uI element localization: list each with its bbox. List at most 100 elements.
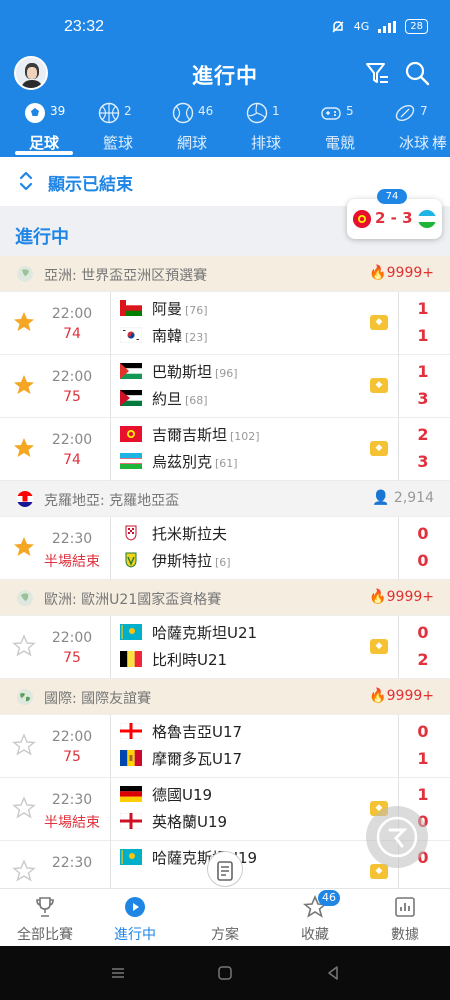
star-outline-icon[interactable] <box>12 796 36 820</box>
team-rank: [68] <box>185 394 208 407</box>
filter-icon[interactable] <box>362 58 392 88</box>
league-name: 歐洲: 歐洲U21國家盃資格賽 <box>44 592 222 608</box>
scroll-top-icon <box>376 816 418 858</box>
floating-action-button[interactable] <box>366 806 428 868</box>
odds-icon[interactable]: ◆ <box>370 441 388 456</box>
league-name: 克羅地亞: 克羅地亞盃 <box>44 493 180 509</box>
floating-score-value: 2 - 3 <box>375 209 413 227</box>
oman-flag-icon <box>120 300 142 316</box>
nav-label: 收藏 <box>301 927 329 943</box>
tab-label: 排球 <box>250 134 281 152</box>
match-minute: 75 <box>63 389 81 405</box>
team-name: 托米斯拉夫 <box>152 525 228 543</box>
home-icon[interactable] <box>217 965 233 981</box>
korea-flag-icon <box>120 327 142 343</box>
floating-live-score[interactable]: 74 2 - 3 <box>347 189 442 239</box>
star-icon[interactable] <box>12 373 36 397</box>
match-row[interactable]: 22:00 74 阿曼 [76] 南韓 [23] ◆ 1 1 <box>0 292 450 355</box>
nav-all-matches[interactable]: 全部比賽 <box>0 889 90 947</box>
england-flag-icon <box>120 813 142 829</box>
header: 23:32 4G 28 進行中 39 足球 2 籃球 46 網球 1 排球 5 … <box>0 0 450 157</box>
nav-live[interactable]: 進行中 <box>90 889 180 947</box>
tab-count: 2 <box>124 104 132 118</box>
team-name: 摩爾多瓦U17 <box>152 750 243 768</box>
match-row[interactable]: 22:30 半場結束 托米斯拉夫 伊斯特拉 [6] 0 0 <box>0 517 450 580</box>
team-name: 烏茲別克 <box>152 453 213 471</box>
star-icon[interactable] <box>12 310 36 334</box>
team-name: 比利時U21 <box>152 651 228 669</box>
match-row[interactable]: 22:00 75 哈薩克斯坦U21 比利時U21 ◆ 0 2 <box>0 616 450 679</box>
team-name: 阿曼 <box>152 300 183 318</box>
nav-label: 數據 <box>391 927 419 943</box>
kyrgyzstan-flag-icon <box>120 426 142 442</box>
club-crest-icon <box>125 525 137 541</box>
heat-value: 9999+ <box>386 688 434 704</box>
search-icon[interactable] <box>402 58 432 88</box>
tab-volleyball[interactable]: 1 排球 <box>230 100 302 157</box>
nav-favorites[interactable]: 46 收藏 <box>270 889 360 947</box>
nav-label: 方案 <box>211 927 239 943</box>
team-name: 哈薩克斯坦U21 <box>152 624 258 642</box>
league-header[interactable]: 歐洲: 歐洲U21國家盃資格賽 🔥9999+ <box>0 580 450 616</box>
tab-count: 5 <box>346 104 354 118</box>
home-score: 2 <box>417 425 429 444</box>
tab-baseball[interactable]: 棒 <box>432 100 450 157</box>
heat-value: 9999+ <box>386 589 434 605</box>
croatia-icon <box>17 491 33 507</box>
home-score: 0 <box>417 524 429 543</box>
match-row[interactable]: 22:00 75 巴勒斯坦 [96] 約旦 [68] ◆ 1 3 <box>0 355 450 418</box>
heat-value: 9999+ <box>386 265 434 281</box>
league-name: 亞洲: 世界盃亞洲区預選賽 <box>44 268 208 284</box>
tab-count: 39 <box>50 104 66 118</box>
tab-label: 棒 <box>432 134 448 152</box>
tab-esports[interactable]: 5 電競 <box>304 100 376 157</box>
uzbekistan-flag-icon <box>418 210 436 228</box>
tab-soccer[interactable]: 39 足球 <box>8 100 80 157</box>
nav-plans[interactable]: 方案 <box>180 861 270 947</box>
match-row[interactable]: 22:00 74 吉爾吉斯坦 [102] 烏茲別克 [61] ◆ 2 3 <box>0 418 450 481</box>
away-score: 3 <box>417 452 429 471</box>
mute-icon <box>332 20 344 33</box>
kickoff-time: 22:00 <box>51 306 93 322</box>
odds-icon[interactable]: ◆ <box>370 315 388 330</box>
odds-icon[interactable]: ◆ <box>370 639 388 654</box>
match-row[interactable]: 22:00 75 格魯吉亞U17 摩爾多瓦U17 0 1 <box>0 715 450 778</box>
kickoff-time: 22:00 <box>51 432 93 448</box>
club-crest-icon <box>125 552 137 568</box>
tab-basketball[interactable]: 2 籃球 <box>82 100 154 157</box>
play-icon <box>125 897 145 917</box>
league-header[interactable]: 亞洲: 世界盃亞洲区預選賽 🔥9999+ <box>0 256 450 292</box>
tab-tennis[interactable]: 46 網球 <box>156 100 228 157</box>
star-outline-icon[interactable] <box>12 634 36 658</box>
signal-icon <box>378 20 397 33</box>
network-label: 4G <box>353 20 370 33</box>
star-icon[interactable] <box>12 436 36 460</box>
team-name: 英格蘭U19 <box>152 813 228 831</box>
star-outline-icon[interactable] <box>12 859 36 883</box>
kickoff-time: 22:30 <box>51 531 93 547</box>
home-score: 0 <box>417 722 429 741</box>
match-minute: 74 <box>63 452 81 468</box>
back-icon[interactable] <box>325 965 341 981</box>
soccer-icon <box>25 103 45 123</box>
away-score: 2 <box>417 650 429 669</box>
league-header[interactable]: 克羅地亞: 克羅地亞盃 👤 2,914 <box>0 481 450 517</box>
viewer-count: 👤 2,914 <box>372 490 434 506</box>
team-rank: [23] <box>185 331 208 344</box>
menu-icon[interactable] <box>110 965 126 981</box>
germany-flag-icon <box>120 786 142 802</box>
odds-icon[interactable]: ◆ <box>370 378 388 393</box>
nav-label: 進行中 <box>114 927 156 943</box>
nav-data[interactable]: 數據 <box>360 889 450 947</box>
home-score: 1 <box>417 362 429 381</box>
expand-icon <box>19 171 33 191</box>
tab-label: 網球 <box>176 134 207 152</box>
team-name: 吉爾吉斯坦 <box>152 426 228 444</box>
section-title: 進行中 <box>15 227 69 248</box>
league-header[interactable]: 國際: 國際友誼賽 🔥9999+ <box>0 679 450 715</box>
star-icon[interactable] <box>12 535 36 559</box>
home-score: 1 <box>417 785 429 804</box>
favorites-badge: 46 <box>318 890 340 906</box>
star-outline-icon[interactable] <box>12 733 36 757</box>
system-nav-bar <box>0 946 450 1000</box>
